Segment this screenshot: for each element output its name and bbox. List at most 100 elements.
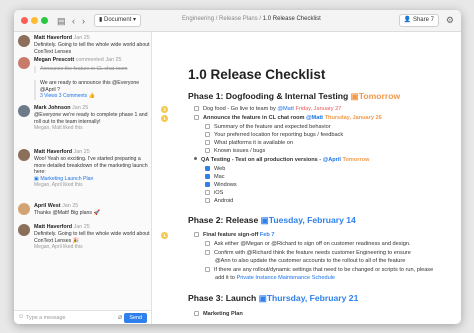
task-item: Final feature sign-off Feb 7 [194,231,275,239]
due-date[interactable]: Tomorrow [343,157,370,163]
maintenance-schedule-link[interactable]: Private Instance Maintenance Schedule [236,275,335,281]
author-name: Megan Prescott [34,57,75,63]
send-button[interactable]: Send [124,313,147,323]
task-text: Dog food - Go live to team by [203,106,276,112]
task-checkbox[interactable] [205,131,210,137]
due-date[interactable]: Tuesday, February 14 [269,215,356,225]
message-text: Thanks @Matt! Big plans 🚀 [34,210,100,216]
author-name: Mark Johnson [34,105,71,111]
task-text: Summary of the feature and expected beha… [214,124,331,130]
platform-item: Mac [205,173,225,181]
due-date[interactable]: Tomorrow [359,91,400,101]
action-text: commented [75,57,104,63]
platform-label: iOS [214,190,224,196]
task-checkbox[interactable] [205,197,210,203]
close-window-button[interactable] [21,17,28,24]
message-text: @Everyone we're ready to complete phase … [34,112,148,125]
calendar-icon: ▣ [258,293,267,303]
due-date[interactable]: Thursday, February 21 [267,293,359,303]
emoji-icon[interactable]: ☺ [18,314,24,320]
platform-label: Web [214,166,226,172]
timestamp: Jan 25 [73,35,90,41]
calendar-icon: ▣ [350,91,359,101]
document-icon: ▮ [99,17,103,23]
subtask-item: If there are any rollout/dynamic setting… [205,266,433,274]
platform-item: Android [205,197,233,205]
task-text: Your preferred location for reporting bu… [214,132,344,138]
task-checkbox[interactable] [205,123,210,129]
task-checkbox[interactable] [194,310,199,316]
chat-message: Mark Johnson Jan 25 @Everyone we're read… [18,105,150,132]
task-checkbox[interactable] [205,147,210,153]
forward-arrow-icon[interactable]: › [82,15,85,27]
reply-count-link[interactable]: 3 Views 3 Comments [40,93,87,99]
chat-message: April West Jan 25 Thanks @Matt! Big plan… [18,203,150,217]
subtask-item: Summary of the feature and expected beha… [205,123,331,131]
platform-item: Windows [205,181,237,189]
task-text: Final feature sign-off [203,232,259,238]
chat-message: Matt Haverford Jan 25 Woo! Yeah so excit… [18,149,150,189]
subtask-item: What platforms it is available on [205,139,293,147]
task-checkbox-checked[interactable] [205,173,210,179]
task-checkbox-checked[interactable] [205,165,210,171]
breadcrumb-current: 1.0 Release Checklist [262,16,321,22]
comment-count-badge[interactable]: 3 [161,106,168,113]
message-text: Woo! Yeah so exciting. I've started prep… [34,156,148,176]
app-window: ▤ ‹ › ▮ Document ▾ Engineering / Release… [14,10,461,324]
document-button-label: Document [103,17,132,23]
mention[interactable]: @Matt [277,106,294,112]
comment-count-badge[interactable]: 1 [161,115,168,122]
task-text: add it to [215,275,235,281]
task-checkbox[interactable] [205,249,210,255]
like-icon[interactable]: 👍 [89,93,95,99]
reply-text: We are ready to announce this @Everyone … [40,80,140,93]
mention[interactable]: @April [323,157,341,163]
due-date[interactable]: Thursday, January 26 [325,115,382,121]
document-menu-button[interactable]: ▮ Document ▾ [94,14,142,27]
chat-panel: Matt Haverford Jan 25 Definitely. Going … [14,32,152,324]
author-name: Matt Haverford [34,149,73,155]
timestamp: Jan 25 [62,203,79,209]
avatar [18,149,30,161]
task-checkbox[interactable] [205,240,210,246]
comment-count-badge[interactable]: 1 [161,232,168,239]
document-pane: 1.0 Release Checklist Phase 1: Dogfoodin… [153,32,461,324]
mention[interactable]: @Matt [306,115,323,121]
marketing-plan-link[interactable]: Marketing Launch Plan [40,176,93,182]
section-heading-phase3: Phase 3: Launch ▣Thursday, February 21 [188,293,358,304]
task-item: QA Testing - Test on all production vers… [194,156,369,164]
share-label: Share [412,17,429,23]
task-checkbox[interactable] [205,189,210,195]
message-input[interactable]: Type a message [26,314,112,322]
task-text: QA Testing - Test on all production vers… [201,157,322,163]
task-text: Known issues / bugs [214,148,266,154]
share-button[interactable]: 👤 Share 7 [398,14,439,27]
breadcrumb: Engineering / Release Plans / 1.0 Releas… [182,16,321,22]
minimize-window-button[interactable] [31,17,38,24]
subtask-continuation: @Ann to also update the customer account… [215,257,405,265]
task-text: Announce the feature in CL chat room [203,115,305,121]
platform-item: Web [205,165,225,173]
attachment-icon[interactable]: ⌀ [118,313,122,321]
subtask-item: Confirm with @Richard think the feature … [205,249,411,257]
share-icon: 👤 [403,17,412,23]
due-date[interactable]: Feb 7 [260,232,275,238]
breadcrumb-item[interactable]: Engineering [182,16,214,22]
task-checkbox[interactable] [194,105,199,111]
task-checkbox[interactable] [205,266,210,272]
sidebar-toggle-icon[interactable]: ▤ [57,15,66,27]
back-arrow-icon[interactable]: ‹ [72,15,75,27]
subtask-item: Ask either @Megan or @Richard to sign of… [205,240,411,248]
task-checkbox[interactable] [194,231,199,237]
gear-icon[interactable]: ⚙ [446,15,454,26]
breadcrumb-item[interactable]: Release Plans [219,16,258,22]
subtask-item: Known issues / bugs [205,147,265,155]
task-checkbox[interactable] [194,114,199,120]
platform-label: Windows [214,182,237,188]
task-checkbox-checked[interactable] [205,181,210,187]
due-date[interactable]: Friday, January 27 [295,106,341,112]
zoom-window-button[interactable] [41,17,48,24]
message-text: Definitely. Going to tell the whole wide… [34,42,150,55]
subtask-continuation: add it to Private Instance Maintenance S… [215,274,335,282]
task-checkbox[interactable] [205,139,210,145]
